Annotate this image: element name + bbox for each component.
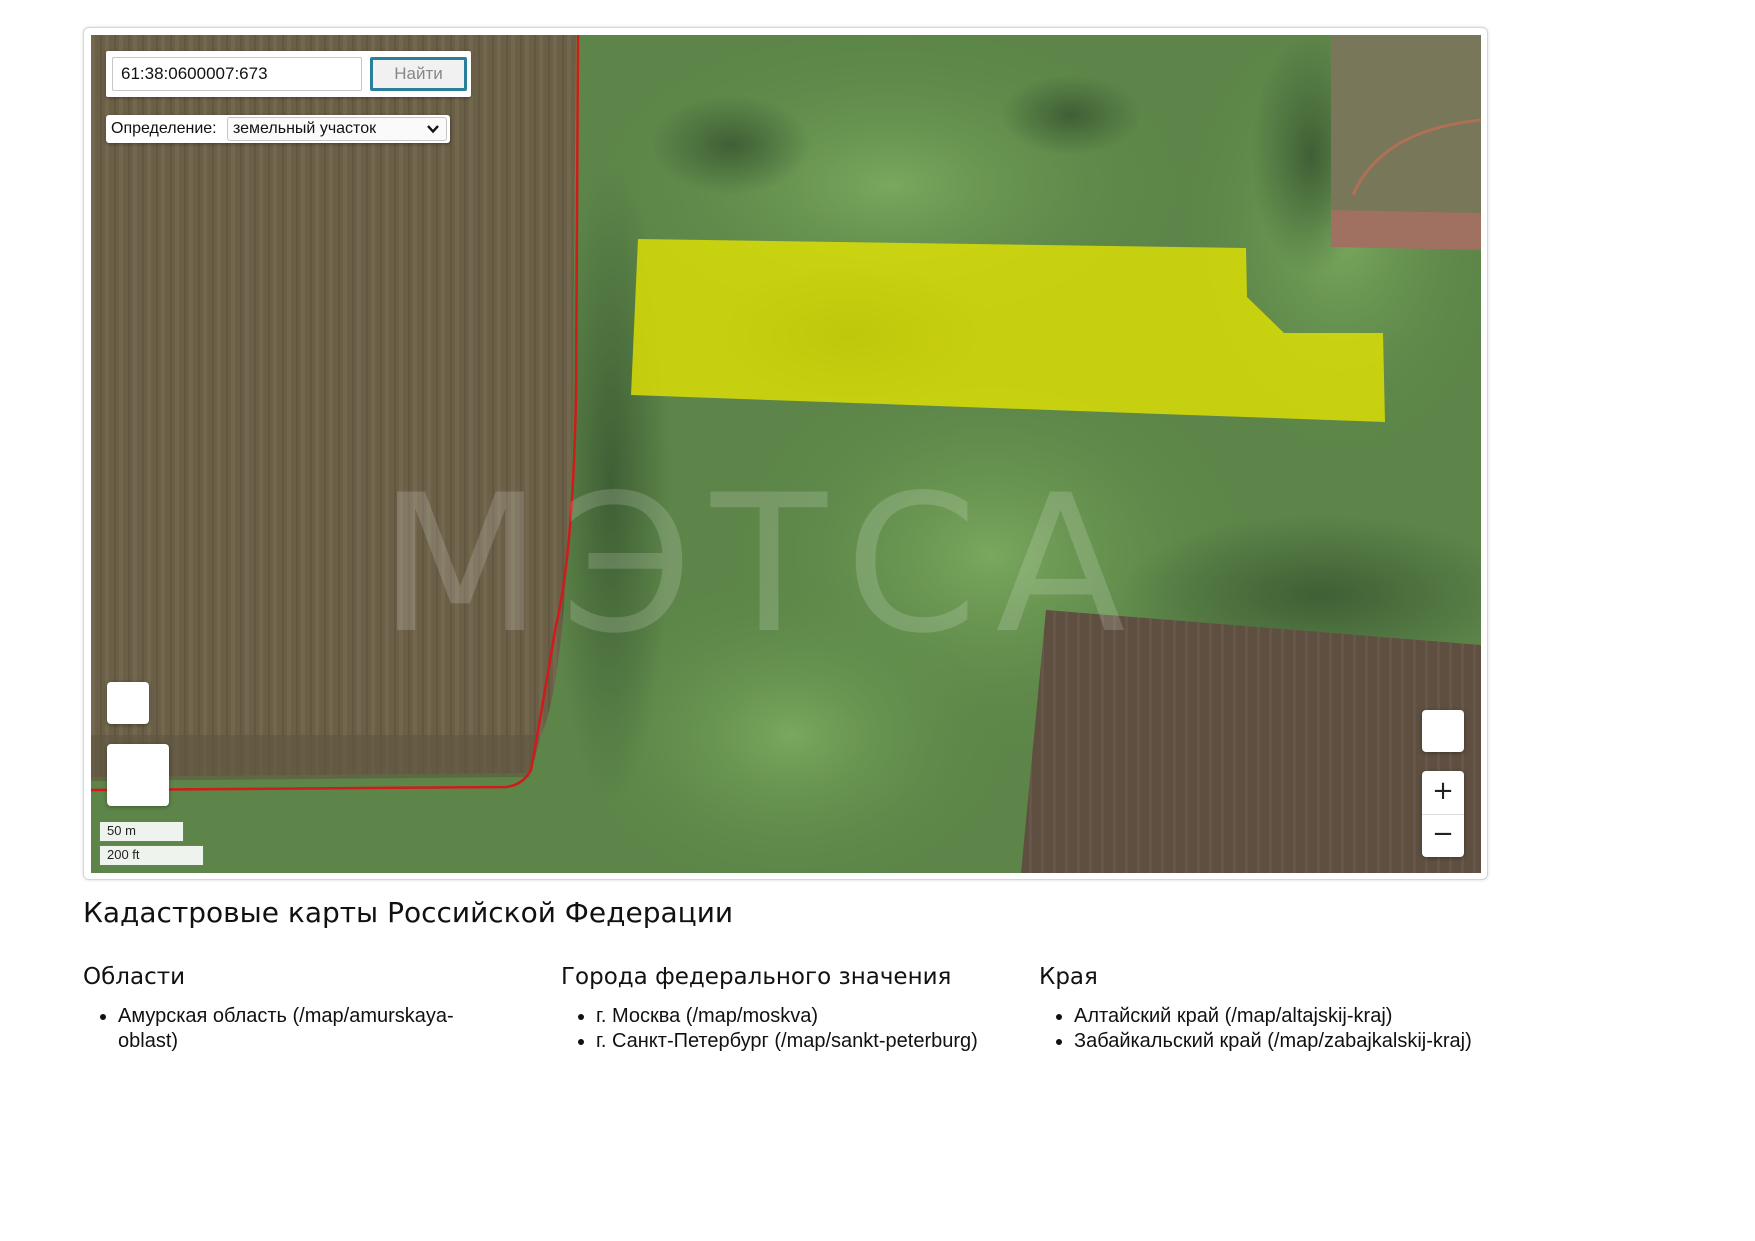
- find-button[interactable]: Найти: [370, 57, 467, 91]
- section-list: Амурская область (/map/amurskaya-oblast): [83, 1004, 503, 1054]
- list-item[interactable]: Забайкальский край (/map/zabajkalskij-kr…: [1074, 1029, 1479, 1054]
- section-heading: Области: [83, 964, 186, 990]
- list-item[interactable]: Алтайский край (/map/altajskij-kraj): [1074, 1004, 1479, 1029]
- definition-select[interactable]: земельный участок: [227, 117, 447, 141]
- scale-bar-imperial: 200 ft: [99, 845, 204, 865]
- watermark-text: МЭТСА: [378, 454, 1143, 675]
- definition-label: Определение:: [111, 120, 217, 137]
- section-list: Алтайский край (/map/altajskij-kraj) Заб…: [1039, 1004, 1479, 1054]
- zoom-in-button[interactable]: +: [1422, 771, 1464, 815]
- definition-panel: Определение: земельный участок: [106, 115, 450, 143]
- map-control-button-large[interactable]: [107, 744, 169, 806]
- list-item[interactable]: г. Санкт-Петербург (/map/sankt-peterburg…: [596, 1029, 981, 1054]
- cadastral-search-panel: 61:38:0600007:673 Найти: [106, 51, 471, 97]
- regions-section: Области Амурская область (/map/amurskaya…: [83, 964, 503, 1054]
- zoom-out-button[interactable]: −: [1422, 814, 1464, 857]
- definition-selected-value: земельный участок: [233, 120, 377, 137]
- map-frame: МЭТСА 61:38:0600007:673 Найти Определени…: [83, 27, 1488, 880]
- page-title: Кадастровые карты Российской Федерации: [83, 896, 734, 929]
- zoom-control: + −: [1422, 771, 1464, 857]
- map-control-button-small[interactable]: [107, 682, 149, 724]
- chevron-down-icon: [427, 125, 439, 134]
- section-heading: Края: [1039, 964, 1098, 990]
- section-heading: Города федерального значения: [561, 964, 952, 990]
- list-item[interactable]: Амурская область (/map/amurskaya-oblast): [118, 1004, 503, 1054]
- krais-section: Края Алтайский край (/map/altajskij-kraj…: [1039, 964, 1479, 1054]
- section-list: г. Москва (/map/moskva) г. Санкт-Петербу…: [561, 1004, 981, 1054]
- satellite-map[interactable]: МЭТСА 61:38:0600007:673 Найти Определени…: [91, 35, 1481, 873]
- federal-cities-section: Города федерального значения г. Москва (…: [561, 964, 981, 1054]
- satellite-imagery[interactable]: МЭТСА: [91, 35, 1481, 873]
- scale-bar-metric: 50 m: [99, 822, 184, 842]
- cadastral-number-input[interactable]: 61:38:0600007:673: [112, 57, 362, 91]
- map-control-button-right[interactable]: [1422, 710, 1464, 752]
- list-item[interactable]: г. Москва (/map/moskva): [596, 1004, 981, 1029]
